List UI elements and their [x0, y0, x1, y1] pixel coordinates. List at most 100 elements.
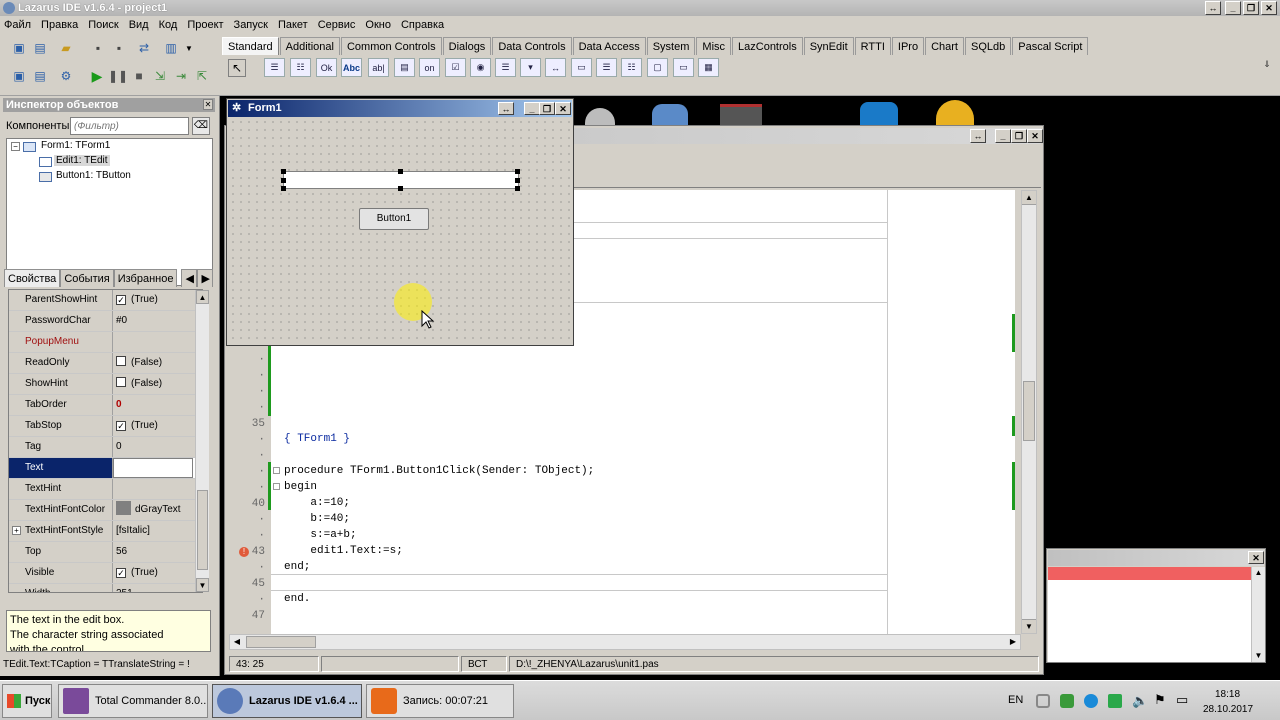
- language-indicator[interactable]: EN: [1008, 694, 1023, 706]
- menu-run[interactable]: Запуск: [234, 19, 268, 31]
- fold-marker[interactable]: [273, 483, 280, 490]
- tgroupbox-icon[interactable]: ▭: [571, 58, 592, 77]
- close-button[interactable]: ✕: [1261, 1, 1277, 15]
- fold-marker[interactable]: [273, 467, 280, 474]
- close-button[interactable]: ✕: [1248, 551, 1264, 564]
- dropdown-arrow-icon[interactable]: ▼: [180, 39, 198, 57]
- tlistbox-icon[interactable]: ☰: [495, 58, 516, 77]
- button1-control[interactable]: Button1: [359, 208, 429, 230]
- monitor-icon[interactable]: ▭: [1176, 692, 1188, 708]
- menu-search[interactable]: Поиск: [88, 19, 118, 31]
- tab-lazcontrols[interactable]: LazControls: [732, 37, 803, 55]
- tcheckgroup-icon[interactable]: ☷: [621, 58, 642, 77]
- error-marker-icon[interactable]: !: [239, 547, 249, 557]
- tscrollbar-icon[interactable]: ↔: [545, 58, 566, 77]
- taskbar-total-commander[interactable]: Total Commander 8.0...: [58, 684, 208, 718]
- tree-item-edit1[interactable]: Edit1: TEdit: [54, 155, 110, 166]
- save-icon[interactable]: ▪: [89, 39, 107, 57]
- restore-icon[interactable]: ↔: [498, 102, 514, 115]
- tcombobox-icon[interactable]: ▾: [520, 58, 541, 77]
- prop-row-passwordchar[interactable]: PasswordChar #0: [9, 311, 202, 332]
- tab-ipro[interactable]: IPro: [891, 37, 925, 55]
- tree-item-button1[interactable]: Button1: TButton: [56, 170, 131, 181]
- tmainmenu-icon[interactable]: ☰: [264, 58, 285, 77]
- messages-scrollbar[interactable]: ▲ ▼: [1251, 567, 1265, 662]
- tab-rtti[interactable]: RTTI: [854, 37, 891, 55]
- menu-project[interactable]: Проект: [187, 19, 223, 31]
- tab-scroll-right[interactable]: ▶: [197, 269, 214, 287]
- tab-chart[interactable]: Chart: [925, 37, 964, 55]
- tree-expand-icon[interactable]: −: [11, 142, 20, 151]
- minimize-button[interactable]: _: [995, 129, 1011, 143]
- scroll-up-arrow[interactable]: ▲: [1022, 191, 1036, 205]
- tab-standard[interactable]: Standard: [222, 37, 279, 55]
- tab-pascal-script[interactable]: Pascal Script: [1012, 37, 1089, 55]
- volume-icon[interactable]: 🔈: [1132, 693, 1148, 709]
- selection-handle[interactable]: [515, 178, 520, 183]
- prop-row-visible[interactable]: Visible ✓ (True): [9, 563, 202, 584]
- selection-handle[interactable]: [281, 186, 286, 191]
- new-form-icon[interactable]: ▤: [31, 39, 49, 57]
- scroll-right-arrow[interactable]: ▶: [1006, 635, 1020, 649]
- editor-hscrollbar[interactable]: ◀ ▶: [229, 634, 1021, 650]
- selection-handle[interactable]: [281, 178, 286, 183]
- menu-view[interactable]: Вид: [129, 19, 149, 31]
- tab-data-controls[interactable]: Data Controls: [492, 37, 572, 55]
- tab-sqldb[interactable]: SQLdb: [964, 37, 1012, 55]
- pointer-tool-icon[interactable]: ↖: [228, 59, 246, 77]
- messages-list[interactable]: [1048, 567, 1251, 662]
- prop-row-showhint[interactable]: ShowHint (False): [9, 374, 202, 395]
- prop-row-tabstop[interactable]: TabStop ✓ (True): [9, 416, 202, 437]
- tradiobutton-icon[interactable]: ◉: [470, 58, 491, 77]
- prop-row-texthint[interactable]: TextHint: [9, 479, 202, 500]
- tab-events[interactable]: События: [60, 269, 114, 287]
- selection-handle[interactable]: [515, 186, 520, 191]
- scroll-thumb[interactable]: [197, 490, 208, 570]
- step-over-icon[interactable]: ⇥: [172, 67, 190, 85]
- flag-icon[interactable]: ⚑: [1154, 692, 1166, 708]
- taskbar-recording[interactable]: Запись: 00:07:21: [366, 684, 514, 718]
- new-unit-icon[interactable]: ▣: [10, 39, 28, 57]
- tab-scroll-left[interactable]: ◀: [181, 269, 198, 287]
- run-icon[interactable]: ▶: [88, 67, 106, 85]
- scroll-up-arrow[interactable]: ▲: [196, 290, 209, 304]
- clock-date[interactable]: 28.10.2017: [1203, 704, 1253, 715]
- tray-skype-icon[interactable]: [1084, 694, 1098, 708]
- scroll-down-arrow[interactable]: ▼: [1022, 619, 1036, 633]
- selection-handle[interactable]: [281, 169, 286, 174]
- tab-additional[interactable]: Additional: [279, 37, 340, 55]
- maximize-button[interactable]: ❐: [1011, 129, 1027, 143]
- pause-icon[interactable]: ❚❚: [108, 67, 128, 85]
- checkbox-icon[interactable]: ✓: [116, 295, 126, 305]
- palette-dropdown-icon[interactable]: ⇓: [1258, 55, 1276, 73]
- text-value-input[interactable]: [113, 458, 193, 478]
- clock-time[interactable]: 18:18: [1215, 689, 1240, 700]
- prop-row-readonly[interactable]: ReadOnly (False): [9, 353, 202, 374]
- selection-handle[interactable]: [515, 169, 520, 174]
- stop-icon[interactable]: ■: [130, 67, 148, 85]
- menu-package[interactable]: Пакет: [278, 19, 308, 31]
- step-into-icon[interactable]: ⇲: [151, 67, 169, 85]
- scroll-left-arrow[interactable]: ◀: [230, 635, 244, 649]
- checkbox-icon[interactable]: [116, 356, 126, 366]
- tab-dialogs[interactable]: Dialogs: [442, 37, 492, 55]
- menu-code[interactable]: Код: [159, 19, 178, 31]
- expand-plus-icon[interactable]: +: [12, 526, 21, 535]
- tray-shield-icon[interactable]: [1108, 694, 1122, 708]
- tpopupmenu-icon[interactable]: ☷: [290, 58, 311, 77]
- checkbox-icon[interactable]: [116, 377, 126, 387]
- close-icon[interactable]: ✕: [203, 99, 213, 110]
- prop-row-taborder[interactable]: TabOrder 0: [9, 395, 202, 416]
- scroll-down-arrow[interactable]: ▼: [196, 578, 209, 592]
- tray-network-icon[interactable]: [1060, 694, 1074, 708]
- tbutton-icon[interactable]: Ok: [316, 58, 337, 77]
- tmemo-icon[interactable]: ▤: [394, 58, 415, 77]
- build-mode-icon[interactable]: ⚙: [57, 67, 75, 85]
- ttogglebox-icon[interactable]: on: [419, 58, 440, 77]
- close-button[interactable]: ✕: [1027, 129, 1043, 143]
- maximize-button[interactable]: ❐: [1243, 1, 1259, 15]
- view-forms-icon[interactable]: ▣: [10, 67, 28, 85]
- maximize-button[interactable]: ❐: [539, 102, 555, 115]
- scroll-thumb[interactable]: [246, 636, 316, 648]
- prop-row-texthintfontcolor[interactable]: TextHintFontColor dGrayText: [9, 500, 202, 521]
